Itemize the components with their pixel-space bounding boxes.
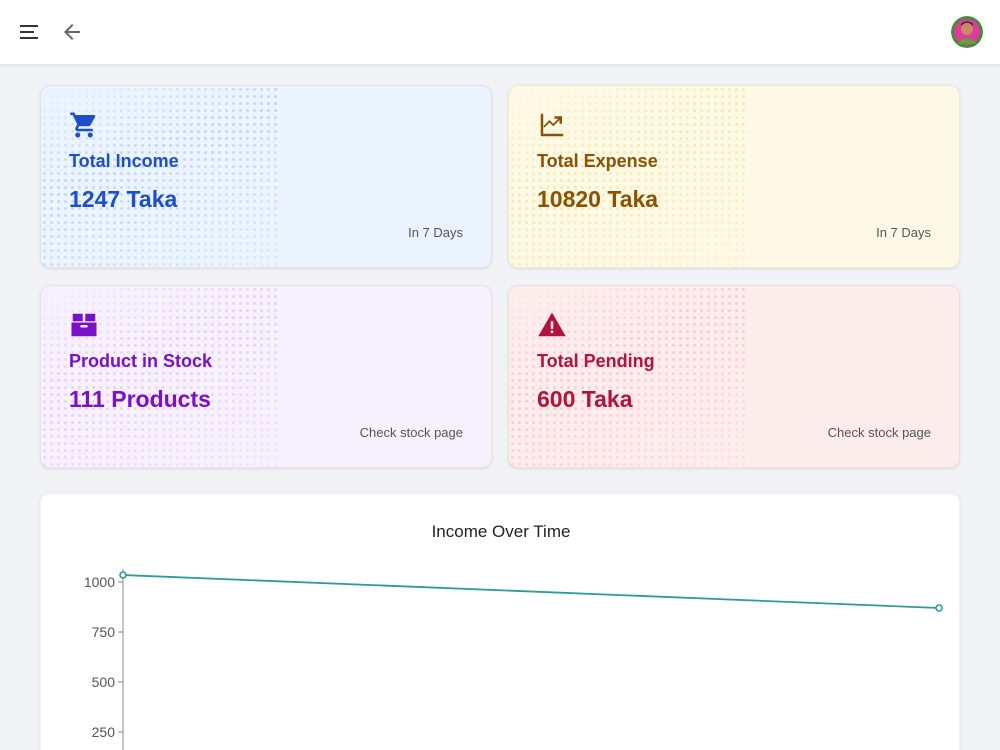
product-in-stock-card[interactable]: Product in Stock 111 Products Check stoc… xyxy=(40,285,492,468)
total-pending-card[interactable]: Total Pending 600 Taka Check stock page xyxy=(508,285,960,468)
arrow-left-icon[interactable] xyxy=(60,20,84,44)
card-title: Total Expense xyxy=(537,151,658,171)
dot-pattern xyxy=(509,86,749,267)
shopping-cart-icon xyxy=(69,110,99,140)
card-title: Total Pending xyxy=(537,351,655,371)
card-note: In 7 Days xyxy=(876,225,931,240)
total-expense-card[interactable]: Total Expense 10820 Taka In 7 Days xyxy=(508,85,960,268)
warning-triangle-icon xyxy=(537,310,567,340)
card-note: Check stock page xyxy=(359,425,463,440)
y-tick-label: 500 xyxy=(92,674,116,690)
dot-pattern xyxy=(41,286,281,467)
inventory-box-icon xyxy=(69,310,99,340)
card-title: Total Income xyxy=(69,151,179,171)
total-income-card[interactable]: Total Income 1247 Taka In 7 Days xyxy=(40,85,492,268)
trending-up-chart-icon xyxy=(537,110,567,140)
card-value: 10820 Taka xyxy=(537,186,659,212)
hamburger-menu-icon[interactable] xyxy=(18,20,42,44)
income-line-chart: 1000 750 500 250 xyxy=(84,569,943,750)
user-avatar[interactable] xyxy=(951,16,983,48)
dot-pattern xyxy=(41,86,281,267)
card-note: Check stock page xyxy=(827,425,931,440)
y-tick-label: 250 xyxy=(92,724,116,740)
card-value: 600 Taka xyxy=(537,386,633,412)
series-line xyxy=(122,574,940,609)
card-value: 111 Products xyxy=(69,386,211,412)
y-tick-label: 750 xyxy=(92,624,116,640)
data-point[interactable] xyxy=(935,604,943,612)
card-note: In 7 Days xyxy=(408,225,463,240)
dot-pattern xyxy=(509,286,749,467)
card-title: Product in Stock xyxy=(69,351,213,371)
data-point[interactable] xyxy=(119,571,127,579)
y-tick-label: 1000 xyxy=(84,574,115,590)
top-app-bar xyxy=(0,0,1000,64)
card-value: 1247 Taka xyxy=(69,186,178,212)
income-chart-card: Income Over Time 1000 750 500 250 xyxy=(40,493,960,750)
